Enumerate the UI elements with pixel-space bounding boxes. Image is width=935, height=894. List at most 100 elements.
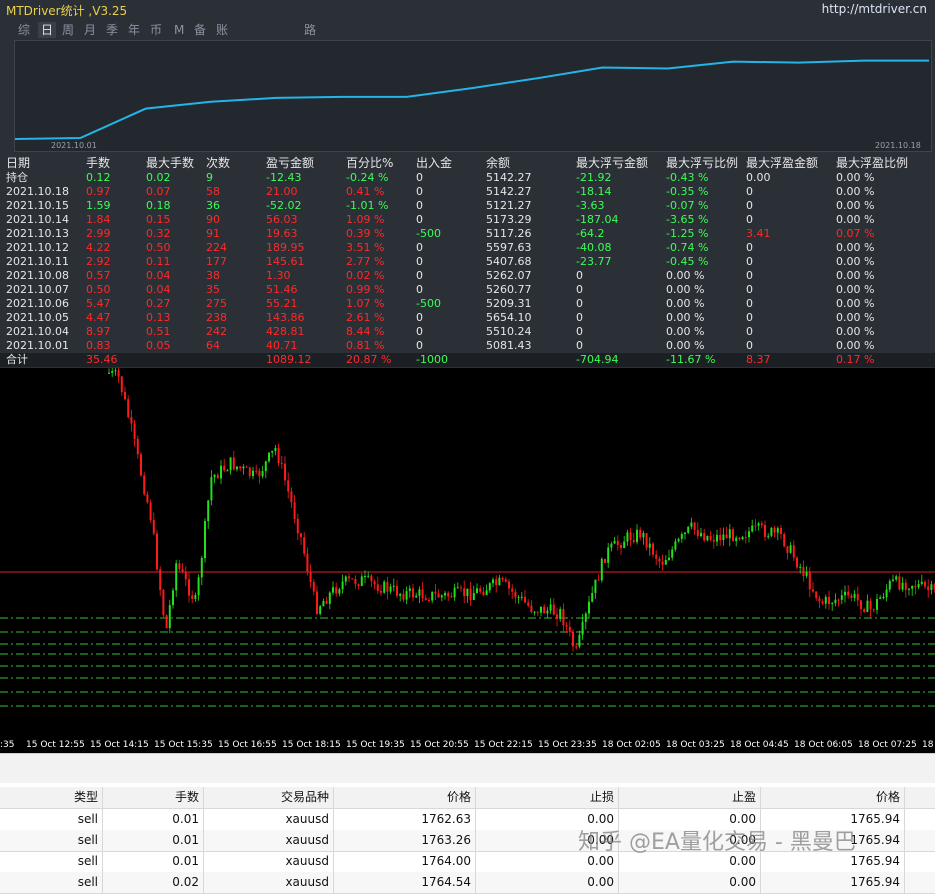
stats-cell: 1089.12 bbox=[266, 353, 312, 366]
stats-cell: 91 bbox=[206, 227, 220, 240]
candle-body bbox=[776, 528, 779, 533]
candle-body bbox=[709, 535, 712, 540]
candle-body bbox=[834, 599, 837, 604]
stats-cell: 0.00 % bbox=[666, 339, 705, 352]
stats-cell: 5081.43 bbox=[486, 339, 532, 352]
tab-quarter[interactable]: 季 bbox=[106, 22, 118, 38]
stats-cell: 3.51 % bbox=[346, 241, 385, 254]
candle-body bbox=[492, 579, 494, 584]
candle-body bbox=[175, 563, 178, 591]
tab-m[interactable]: M bbox=[174, 22, 184, 38]
tab-notes[interactable]: 备 bbox=[194, 22, 206, 38]
tab-month[interactable]: 月 bbox=[84, 22, 96, 38]
candle-body bbox=[364, 576, 366, 578]
time-axis-label: 15 Oct 22:15 bbox=[474, 740, 533, 750]
tab-overview[interactable]: 综 bbox=[18, 22, 30, 38]
stats-cell: 余额 bbox=[486, 156, 511, 170]
stats-cell: 0.00 % bbox=[836, 255, 875, 268]
stats-cell: 合计 bbox=[6, 353, 28, 366]
candle-body bbox=[312, 582, 315, 592]
candle-body bbox=[533, 611, 536, 613]
candle-body bbox=[357, 584, 360, 586]
tab-currency[interactable]: 币 bbox=[150, 22, 162, 38]
candle-body bbox=[341, 581, 344, 590]
order-row[interactable]: sell 0.02 xauusd 1764.54 0.00 0.00 1765.94 bbox=[0, 872, 935, 894]
candle-body bbox=[120, 376, 123, 392]
stats-cell: 0.00 % bbox=[836, 213, 875, 226]
candle-body bbox=[178, 563, 181, 570]
stats-cell: -18.14 bbox=[576, 185, 612, 198]
candle-body bbox=[424, 598, 427, 600]
candle-body bbox=[578, 634, 581, 647]
candle-body bbox=[920, 581, 923, 584]
candle-body bbox=[799, 566, 802, 568]
tab-day[interactable]: 日 bbox=[38, 22, 57, 38]
stats-cell: 1.09 % bbox=[346, 213, 385, 226]
stats-cell: 0.00 % bbox=[666, 297, 705, 310]
candle-body bbox=[728, 529, 731, 539]
website-link[interactable]: http://mtdriver.cn bbox=[822, 2, 927, 16]
stats-cell: 0.04 bbox=[146, 269, 171, 282]
stats-cell: 盈亏金额 bbox=[266, 156, 315, 170]
terminal-divider[interactable] bbox=[0, 753, 935, 784]
order-cell: 价格 bbox=[761, 787, 905, 808]
stats-cell: 0.05 bbox=[146, 339, 171, 352]
stats-row: 2021.10.07 0.50 0.04 35 51.46 0.99 % 0 5260.77 0… bbox=[0, 283, 935, 297]
candle-body bbox=[783, 533, 786, 547]
candle-body bbox=[527, 602, 530, 606]
candlestick-svg[interactable] bbox=[0, 363, 935, 740]
stats-cell: -3.65 % bbox=[666, 213, 709, 226]
candle-body bbox=[639, 529, 642, 538]
candle-body bbox=[287, 480, 290, 492]
order-cell: xauusd bbox=[204, 830, 334, 851]
candle-body bbox=[927, 586, 930, 591]
tab-year[interactable]: 年 bbox=[128, 22, 140, 38]
stats-cell: 58 bbox=[206, 185, 220, 198]
candle-body bbox=[207, 500, 210, 522]
candle-body bbox=[540, 606, 542, 613]
stats-cell: 0.00 bbox=[746, 171, 771, 184]
candle-body bbox=[636, 529, 638, 542]
candle-body bbox=[892, 579, 894, 581]
stats-cell: 2.61 % bbox=[346, 311, 385, 324]
candle-body bbox=[197, 577, 200, 596]
stats-cell: -0.24 % bbox=[346, 171, 389, 184]
stats-cell: 55.21 bbox=[266, 297, 298, 310]
stats-cell: 145.61 bbox=[266, 255, 305, 268]
stats-cell: 2021.10.07 bbox=[6, 283, 69, 296]
candle-body bbox=[572, 631, 574, 647]
stats-cell: 0 bbox=[416, 241, 423, 254]
candle-body bbox=[380, 590, 382, 593]
candle-body bbox=[328, 592, 331, 604]
stats-cell: 0.00 % bbox=[836, 339, 875, 352]
candle-body bbox=[876, 598, 878, 610]
candle-body bbox=[300, 533, 302, 538]
stats-cell: 20.87 % bbox=[346, 353, 392, 366]
price-chart[interactable] bbox=[0, 363, 935, 740]
candle-body bbox=[226, 470, 229, 472]
order-cell: 0.01 bbox=[103, 809, 204, 830]
stats-row: 持仓 0.12 0.02 9 -12.43 -0.24 % 0 5142.27 -21.92 -0… bbox=[0, 171, 935, 185]
candle-body bbox=[671, 549, 674, 558]
candle-body bbox=[469, 588, 472, 600]
stats-row: 2021.10.05 4.47 0.13 238 143.86 2.61 % 0 5654.1… bbox=[0, 311, 935, 325]
candle-body bbox=[156, 533, 158, 570]
stats-cell: 出入金 bbox=[416, 156, 453, 170]
candle-body bbox=[760, 523, 763, 525]
stats-cell: 0 bbox=[576, 283, 583, 296]
stats-cell: 0 bbox=[416, 171, 423, 184]
tab-week[interactable]: 周 bbox=[62, 22, 74, 38]
candle-body bbox=[885, 589, 888, 597]
candle-body bbox=[412, 588, 414, 598]
candle-body bbox=[152, 520, 155, 534]
order-cell: 止盈 bbox=[619, 787, 761, 808]
stats-cell: 0.32 bbox=[146, 227, 171, 240]
candle-body bbox=[306, 553, 309, 572]
stats-cell: 51.46 bbox=[266, 283, 298, 296]
stats-cell: 5407.68 bbox=[486, 255, 532, 268]
stats-row: 2021.10.12 4.22 0.50 224 189.95 3.51 % 0 5597.6… bbox=[0, 241, 935, 255]
candle-body bbox=[220, 465, 222, 479]
candle-body bbox=[719, 534, 722, 540]
stats-cell: 次数 bbox=[206, 156, 231, 170]
candle-body bbox=[773, 527, 776, 533]
